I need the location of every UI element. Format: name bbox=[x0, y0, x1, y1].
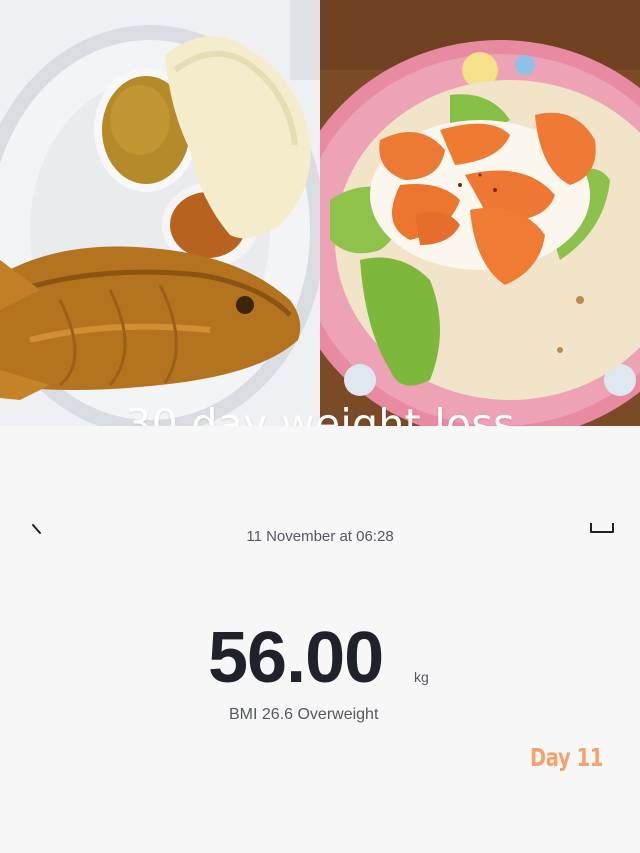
egg-wrap-photo bbox=[320, 0, 640, 426]
record-timestamp: 11 November at 06:28 bbox=[246, 528, 394, 545]
weight-unit: kg bbox=[414, 669, 429, 685]
weight-value: 56.00 bbox=[208, 618, 384, 698]
photo-collage bbox=[0, 0, 640, 426]
fried-fish-photo bbox=[0, 0, 320, 426]
bmi-status: BMI 26.6 Overweight bbox=[229, 706, 379, 723]
day-counter: Day 11 bbox=[530, 743, 604, 772]
